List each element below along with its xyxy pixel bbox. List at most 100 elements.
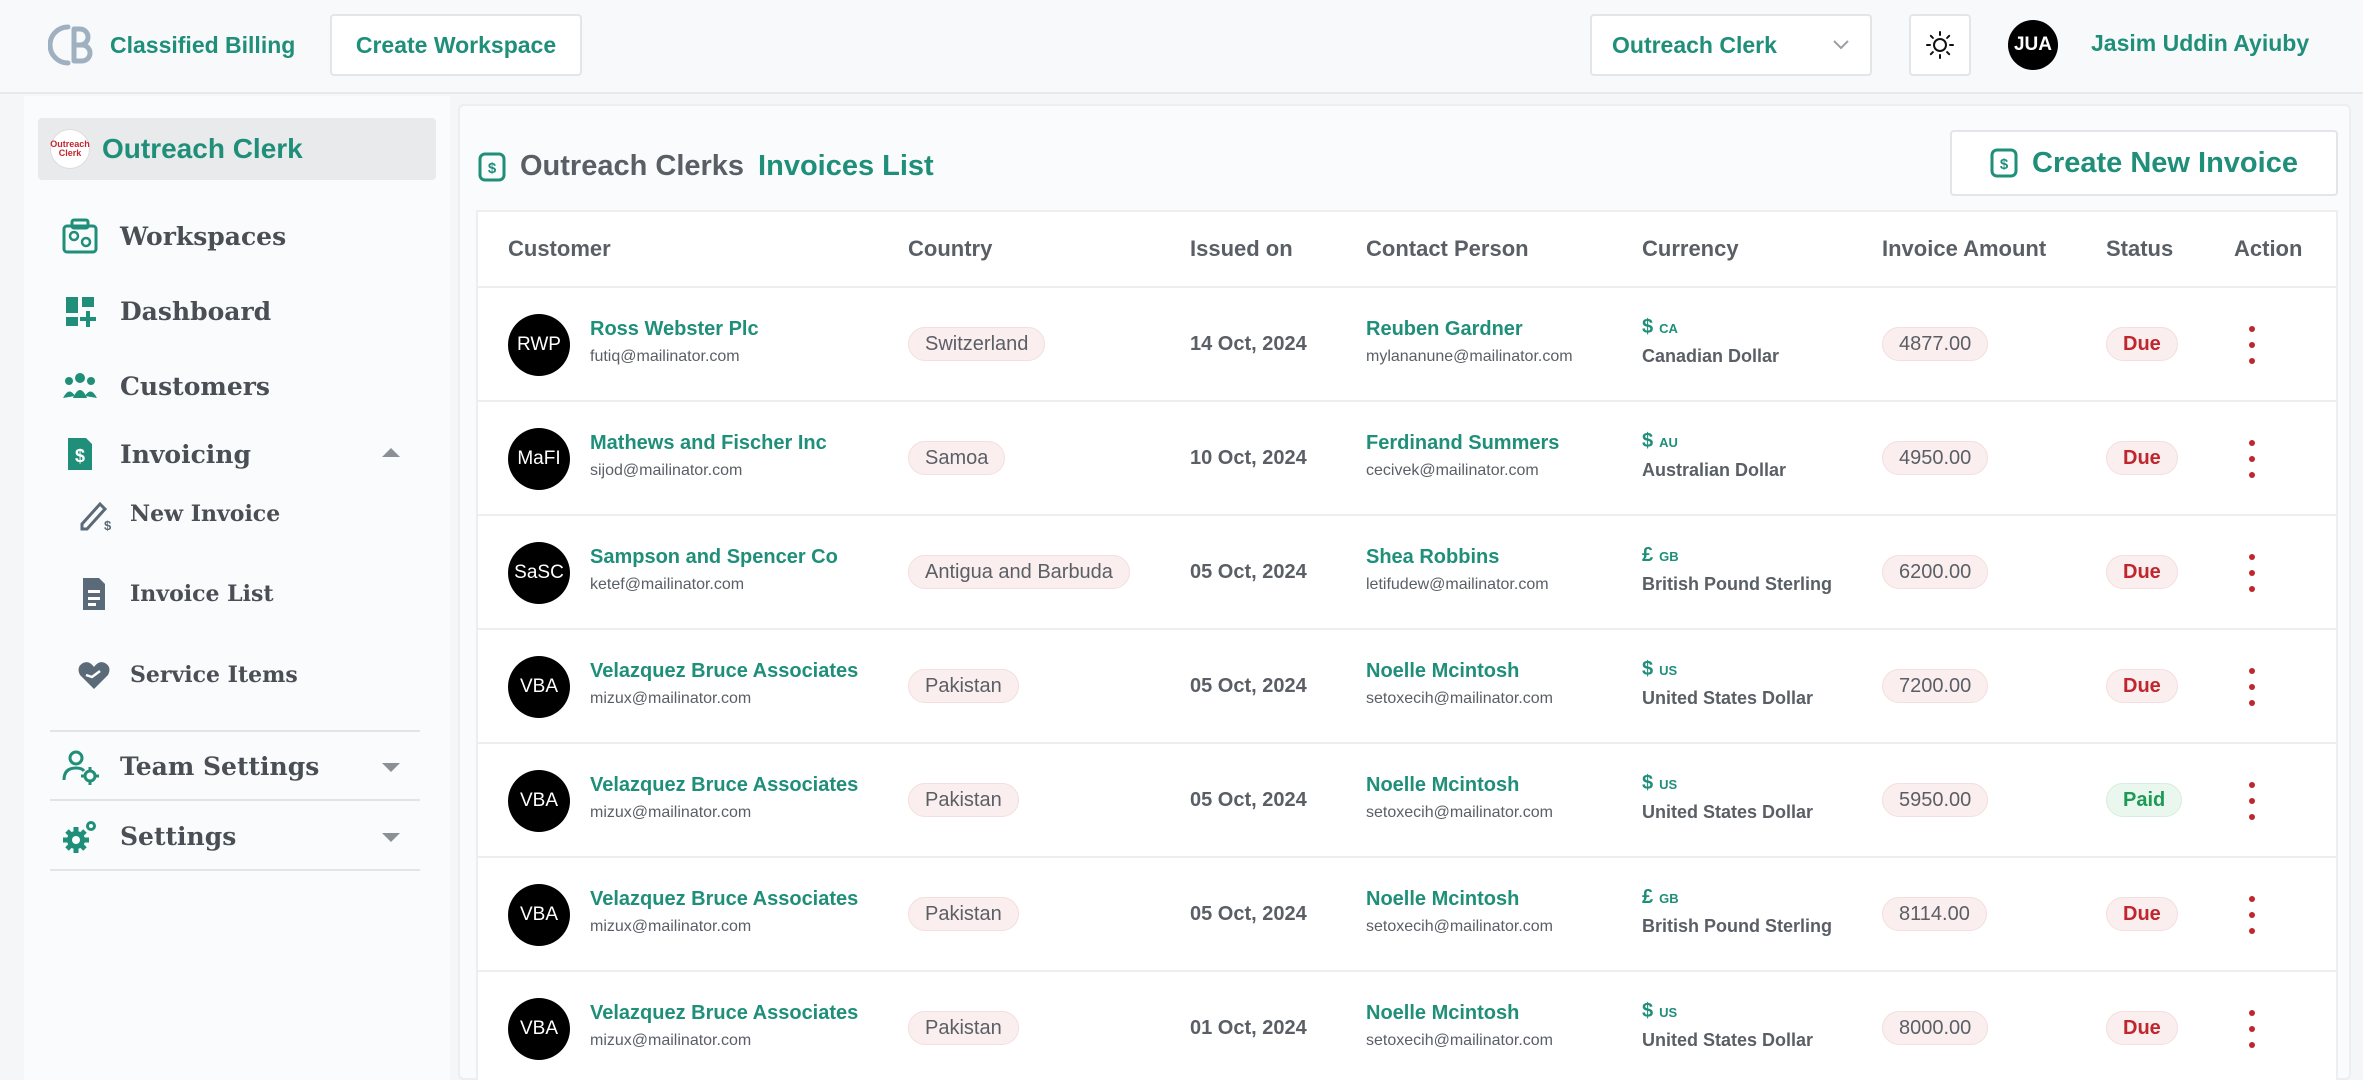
currency-name: United States Dollar	[1642, 688, 1814, 708]
issued-date: 05 Oct, 2024	[1190, 903, 1307, 925]
kebab-menu-icon[interactable]	[2242, 326, 2262, 364]
currency-symbol: £ GB	[1642, 544, 1679, 566]
sidebar-item-team-settings[interactable]: Team Settings	[60, 746, 319, 786]
table-row[interactable]: SaSC Sampson and Spencer Co ketef@mailinat…	[478, 516, 2336, 630]
customer-name[interactable]: Velazquez Bruce Associates	[590, 888, 858, 911]
table-row[interactable]: VBA Velazquez Bruce Associates mizux@maili…	[478, 858, 2336, 972]
currency-symbol: £ GB	[1642, 886, 1679, 908]
sidebar-item-label: Workspaces	[120, 221, 287, 251]
sidebar-item-new-invoice[interactable]: $ New Invoice	[74, 494, 280, 534]
customer-name[interactable]: Velazquez Bruce Associates	[590, 660, 858, 683]
customer-email: sijod@mailinator.com	[590, 462, 743, 479]
currency-name: British Pound Sterling	[1642, 916, 1833, 936]
customer-name[interactable]: Sampson and Spencer Co	[590, 546, 838, 569]
top-bar: Classified Billing Create Workspace Outr…	[0, 0, 2363, 94]
sidebar-item-settings[interactable]: Settings	[60, 816, 236, 856]
column-header-country: Country	[908, 236, 993, 261]
country-badge: Antigua and Barbuda	[908, 555, 1130, 589]
page-title-prefix: Outreach Clerks	[520, 150, 745, 182]
invoice-dollar-icon: $	[478, 152, 506, 181]
country-badge: Samoa	[908, 441, 1006, 475]
current-workspace[interactable]: Outreach Clerk Outreach Clerk	[38, 118, 436, 180]
invoices-table: Customer Country Issued on Contact Perso…	[476, 210, 2338, 1080]
customer-avatar: VBA	[508, 884, 570, 946]
customer-avatar: SaSC	[508, 542, 570, 604]
contact-name: Noelle Mcintosh	[1366, 774, 1520, 796]
kebab-menu-icon[interactable]	[2242, 668, 2262, 706]
table-row[interactable]: VBA Velazquez Bruce Associates mizux@maili…	[478, 744, 2336, 858]
settings-expand-caret[interactable]	[382, 833, 400, 842]
sidebar-item-label: Service Items	[130, 662, 298, 688]
column-header-action: Action	[2234, 236, 2303, 261]
theme-toggle-button[interactable]	[1909, 14, 1971, 76]
svg-text:$: $	[104, 518, 112, 533]
status-badge: Due	[2106, 327, 2178, 361]
kebab-menu-icon[interactable]	[2242, 782, 2262, 820]
currency-code: US	[1659, 1005, 1678, 1020]
sidebar-item-label: Settings	[120, 821, 237, 851]
currency-symbol: $ US	[1642, 772, 1678, 794]
customer-name[interactable]: Ross Webster Plc	[590, 318, 759, 341]
sidebar: Outreach Clerk Outreach Clerk Workspaces…	[24, 96, 450, 1080]
kebab-menu-icon[interactable]	[2242, 554, 2262, 592]
customer-name[interactable]: Velazquez Bruce Associates	[590, 774, 858, 797]
workspace-select-value: Outreach Clerk	[1612, 31, 1777, 58]
sidebar-item-dashboard[interactable]: Dashboard	[60, 291, 271, 331]
sidebar-item-customers[interactable]: Customers	[60, 366, 270, 406]
sidebar-item-workspaces[interactable]: Workspaces	[60, 216, 286, 256]
sidebar-item-invoice-list[interactable]: Invoice List	[74, 574, 274, 614]
column-header-contact-person: Contact Person	[1366, 236, 1529, 261]
user-name[interactable]: Jasim Uddin Ayiuby	[2091, 30, 2309, 57]
page-title: $ Outreach Clerks Invoices List	[478, 150, 934, 183]
create-workspace-button[interactable]: Create Workspace	[330, 14, 582, 76]
invoice-amount: 8114.00	[1882, 897, 1987, 931]
workspace-select[interactable]: Outreach Clerk	[1590, 14, 1872, 76]
sidebar-item-label: Team Settings	[120, 751, 320, 781]
create-new-invoice-button[interactable]: $ Create New Invoice	[1950, 130, 2338, 196]
brand[interactable]: Classified Billing	[48, 20, 295, 70]
invoicing-collapse-caret[interactable]	[382, 448, 400, 457]
contact-name: Noelle Mcintosh	[1366, 660, 1520, 682]
contact-name: Ferdinand Summers	[1366, 432, 1560, 454]
contact-name: Reuben Gardner	[1366, 318, 1523, 340]
settings-icon	[63, 821, 96, 853]
contact-email: cecivek@mailinator.com	[1366, 462, 1539, 479]
svg-text:$: $	[2000, 156, 2009, 173]
currency-code: US	[1659, 777, 1678, 792]
customer-name[interactable]: Mathews and Fischer Inc	[590, 432, 827, 455]
user-avatar[interactable]: JUA	[2008, 20, 2058, 70]
customer-avatar: RWP	[508, 314, 570, 376]
table-row[interactable]: MaFI Mathews and Fischer Inc sijod@mailina…	[478, 402, 2336, 516]
currency-code: GB	[1659, 549, 1679, 564]
column-header-currency: Currency	[1642, 236, 1739, 261]
table-row[interactable]: RWP Ross Webster Plc futiq@mailinator.com S…	[478, 288, 2336, 402]
team-settings-expand-caret[interactable]	[382, 763, 400, 772]
issued-date: 14 Oct, 2024	[1190, 333, 1307, 355]
status-badge: Due	[2106, 555, 2178, 589]
currency-code: US	[1659, 663, 1678, 678]
currency-name: British Pound Sterling	[1642, 574, 1833, 594]
currency-code: CA	[1659, 321, 1678, 336]
main-content: $ Outreach Clerks Invoices List $ Create…	[458, 104, 2351, 1080]
customer-email: mizux@mailinator.com	[590, 918, 752, 935]
contact-name: Noelle Mcintosh	[1366, 1002, 1520, 1024]
country-badge: Pakistan	[908, 897, 1019, 931]
status-badge: Due	[2106, 897, 2178, 931]
sidebar-item-invoicing[interactable]: $ Invoicing	[60, 434, 251, 474]
dashboard-icon	[66, 297, 96, 327]
sidebar-item-label: New Invoice	[130, 501, 281, 527]
customer-name[interactable]: Velazquez Bruce Associates	[590, 1002, 858, 1025]
table-row[interactable]: VBA Velazquez Bruce Associates mizux@maili…	[478, 972, 2336, 1080]
sidebar-item-service-items[interactable]: Service Items	[74, 655, 298, 695]
table-row[interactable]: VBA Velazquez Bruce Associates mizux@maili…	[478, 630, 2336, 744]
contact-name: Noelle Mcintosh	[1366, 888, 1520, 910]
kebab-menu-icon[interactable]	[2242, 440, 2262, 478]
kebab-menu-icon[interactable]	[2242, 896, 2262, 934]
customer-email: mizux@mailinator.com	[590, 804, 752, 821]
invoice-amount: 5950.00	[1882, 783, 1989, 817]
kebab-menu-icon[interactable]	[2242, 1010, 2262, 1048]
invoice-amount: 8000.00	[1882, 1011, 1989, 1045]
issued-date: 05 Oct, 2024	[1190, 561, 1307, 583]
country-badge: Pakistan	[908, 1011, 1019, 1045]
currency-symbol: $ AU	[1642, 430, 1678, 452]
